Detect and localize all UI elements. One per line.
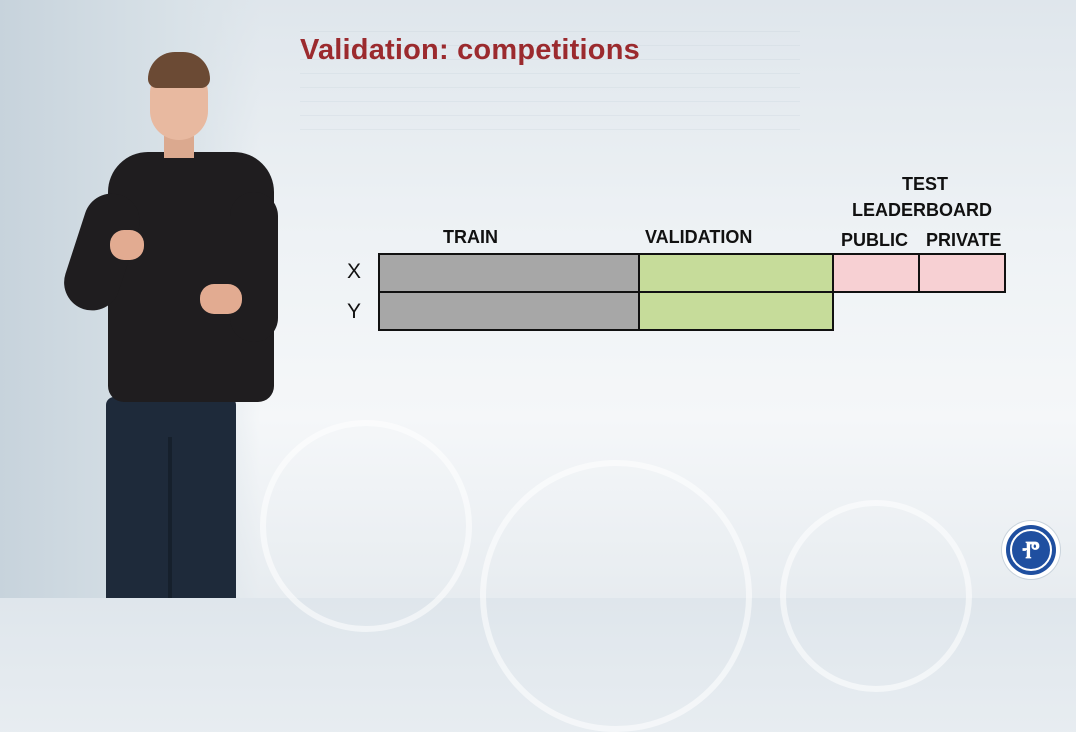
header-leaderboard: LEADERBOARD <box>852 200 993 220</box>
header-public: PUBLIC <box>841 230 908 250</box>
header-test: TEST <box>902 174 949 194</box>
cell-x-test-private <box>918 253 1006 293</box>
cell-x-test-public <box>832 253 920 293</box>
university-emblem-icon: Ⱂ <box>1022 535 1040 564</box>
header-train: TRAIN <box>443 227 498 247</box>
header-private: PRIVATE <box>926 230 1002 250</box>
header-validation: VALIDATION <box>645 227 753 247</box>
row-label-x: X <box>347 260 362 283</box>
cell-x-train <box>378 253 640 293</box>
row-label-y: Y <box>347 300 362 323</box>
cell-x-validation <box>638 253 834 293</box>
cell-y-train <box>378 291 640 331</box>
cell-y-validation <box>638 291 834 331</box>
data-split-diagram: TEST LEADERBOARD TRAIN VALIDATION PUBLIC… <box>0 0 1076 598</box>
university-logo: Ⱂ <box>1002 521 1060 579</box>
